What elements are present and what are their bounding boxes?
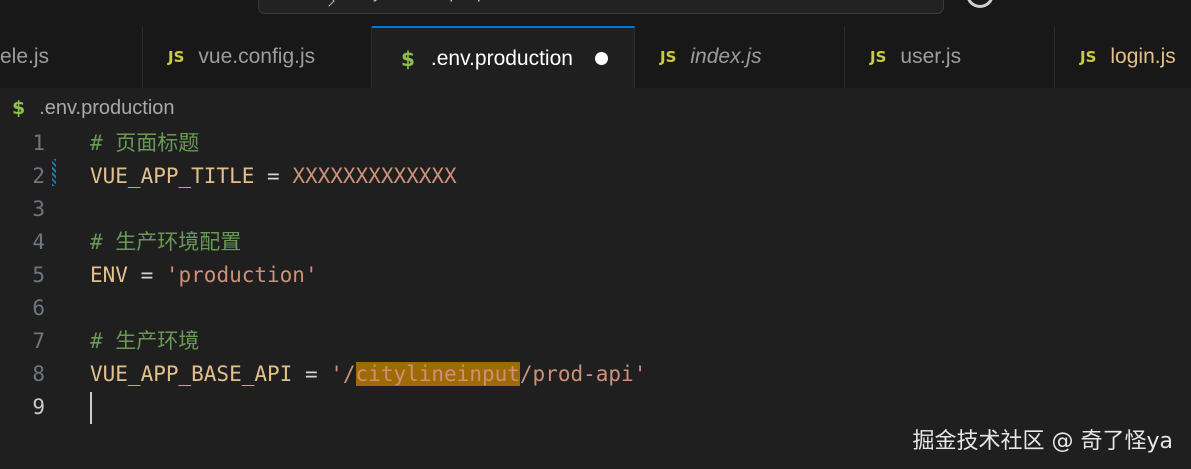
line-number: 9 — [32, 395, 45, 419]
command-center-text: city-lifeline-input-pc-web — [357, 0, 529, 3]
tab-user-js[interactable]: JS user.js — [845, 26, 1055, 88]
code-line-current: 9 — [0, 391, 1191, 424]
js-file-icon: JS — [168, 48, 185, 66]
tab-ele-js[interactable]: ele.js — [0, 26, 143, 88]
tab-label: ele.js — [0, 45, 50, 68]
env-file-icon: $ — [12, 97, 26, 119]
js-file-icon: JS — [1080, 48, 1097, 66]
code-line: 8 VUE_APP_BASE_API = '/citylineinput/pro… — [0, 358, 1191, 391]
tab-index-js[interactable]: JS index.js — [635, 26, 845, 88]
env-value: 'production' — [165, 263, 318, 287]
comment-text: # 生产环境配置 — [90, 230, 242, 254]
line-number: 7 — [32, 329, 45, 353]
editor-tab-bar: ele.js JS vue.config.js $ .env.productio… — [0, 26, 1191, 89]
code-content: VUE_APP_TITLE = XXXXXXXXXXXXX — [90, 160, 457, 193]
code-line: 1 # 页面标题 — [0, 127, 1191, 160]
env-value: XXXXXXXXXXXXX — [292, 164, 457, 188]
vscode-window: city-lifeline-input-pc-web ele.js JS vue… — [0, 0, 1191, 469]
breadcrumb-file[interactable]: .env.production — [39, 97, 174, 120]
code-line: 3 — [0, 193, 1191, 226]
code-line: 4 # 生产环境配置 — [0, 226, 1191, 259]
line-number: 3 — [32, 197, 45, 221]
env-value-prefix: '/ — [330, 362, 356, 386]
code-editor[interactable]: 1 # 页面标题 2 VUE_APP_TITLE = XXXXXXXXXXXXX… — [0, 127, 1191, 469]
title-bar: city-lifeline-input-pc-web — [0, 0, 1191, 26]
assign-operator: = — [292, 362, 331, 386]
line-number: 6 — [32, 296, 45, 320]
env-key: VUE_APP_TITLE — [90, 164, 255, 188]
unsaved-dot-icon[interactable] — [594, 52, 608, 65]
tab-vue-config-js[interactable]: JS vue.config.js — [143, 26, 372, 88]
text-cursor — [90, 392, 92, 424]
tab-label: index.js — [690, 45, 762, 68]
chevron-right-icon — [323, 0, 335, 7]
tab-env-production[interactable]: $ .env.production — [372, 26, 635, 89]
tab-label: .env.production — [430, 46, 573, 70]
tab-label: user.js — [900, 45, 962, 68]
command-center-search[interactable]: city-lifeline-input-pc-web — [258, 0, 944, 14]
tab-login-js[interactable]: JS login.js — [1055, 26, 1191, 88]
assign-operator: = — [127, 263, 166, 287]
tab-label: vue.config.js — [198, 45, 316, 68]
comment-text: # 生产环境 — [90, 329, 200, 353]
line-number: 5 — [32, 263, 45, 287]
comment-text: # 页面标题 — [90, 131, 200, 155]
line-number: 8 — [32, 362, 45, 386]
js-file-icon: JS — [870, 48, 887, 66]
line-number: 1 — [32, 131, 45, 155]
code-line: 5 ENV = 'production' — [0, 259, 1191, 292]
js-file-icon: JS — [660, 48, 677, 66]
code-line: 2 VUE_APP_TITLE = XXXXXXXXXXXXX — [0, 160, 1191, 193]
env-key: ENV — [90, 263, 128, 287]
line-number: 2 — [32, 164, 45, 188]
breadcrumb[interactable]: $ .env.production — [0, 90, 175, 126]
search-highlight: citylineinput — [355, 362, 520, 386]
code-line: 7 # 生产环境 — [0, 325, 1191, 358]
code-content: VUE_APP_BASE_API = '/citylineinput/prod-… — [90, 358, 646, 391]
env-key: VUE_APP_BASE_API — [90, 362, 293, 386]
env-value-suffix: /prod-api' — [519, 362, 647, 386]
env-file-icon: $ — [401, 46, 415, 71]
tab-label: login.js — [1110, 45, 1176, 68]
watermark: 掘金技术社区 @ 奇了怪ya — [912, 429, 1174, 454]
code-content: ENV = 'production' — [90, 259, 318, 292]
copilot-icon[interactable] — [966, 0, 994, 8]
line-number: 4 — [32, 230, 45, 254]
assign-operator: = — [254, 164, 293, 188]
code-line: 6 — [0, 292, 1191, 325]
